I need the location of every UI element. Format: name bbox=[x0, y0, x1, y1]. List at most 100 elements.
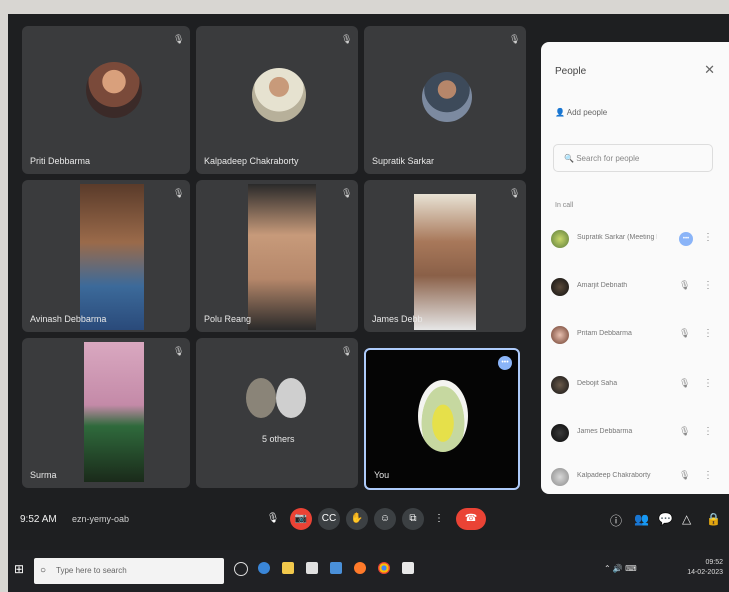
info-icon[interactable]: ⓘ bbox=[610, 512, 622, 529]
participant-tile[interactable]: 🎙 Supratik Sarkar bbox=[364, 26, 526, 174]
taskbar-date: 14-02-2023 bbox=[687, 569, 723, 576]
mic-muted-icon: 🎙 bbox=[341, 188, 353, 198]
more-options-icon[interactable]: ⋮ bbox=[703, 378, 713, 389]
mic-muted-icon: 🎙 bbox=[679, 328, 691, 338]
mic-muted-icon: 🎙 bbox=[509, 34, 521, 44]
task-view-icon[interactable] bbox=[234, 562, 248, 576]
avatar bbox=[551, 376, 569, 394]
person-name: Pritam Debbarma bbox=[577, 330, 632, 337]
more-options-icon[interactable]: ⋮ bbox=[703, 328, 713, 339]
add-people-label: Add people bbox=[566, 108, 608, 117]
chrome-icon[interactable] bbox=[378, 562, 390, 574]
meeting-code: ezn-yemy-oab bbox=[72, 514, 130, 524]
store-icon[interactable] bbox=[306, 562, 318, 574]
participant-name: You bbox=[374, 470, 390, 480]
people-icon[interactable]: 👥 bbox=[634, 512, 649, 526]
captions-button[interactable]: CC bbox=[318, 508, 340, 530]
firefox-icon[interactable] bbox=[354, 562, 366, 574]
taskbar-time: 09:52 bbox=[705, 559, 723, 566]
participant-video bbox=[248, 184, 316, 330]
participant-tile[interactable]: 🎙 Priti Debbarma bbox=[22, 26, 190, 174]
more-options-icon[interactable]: ⋮ bbox=[703, 426, 713, 437]
add-people-button[interactable]: 👤 Add people bbox=[555, 108, 607, 117]
mic-muted-icon: 🎙 bbox=[173, 34, 185, 44]
participant-name: Avinash Debbarma bbox=[30, 314, 107, 324]
more-options-icon[interactable]: ⋮ bbox=[703, 232, 713, 243]
participant-video bbox=[84, 342, 144, 482]
list-item[interactable]: Supratik Sarkar (Meeting host) ••• ⋮ bbox=[551, 230, 721, 252]
add-person-icon: 👤 bbox=[555, 108, 565, 117]
participant-tile[interactable]: 🎙 Surma bbox=[22, 338, 190, 488]
participant-name: Supratik Sarkar bbox=[372, 156, 435, 166]
participant-name: Priti Debbarma bbox=[30, 156, 91, 166]
more-options-button[interactable]: ⋮ bbox=[428, 508, 450, 530]
participant-name: 5 others bbox=[262, 434, 295, 444]
mic-muted-icon: 🎙 bbox=[509, 188, 521, 198]
mail-icon[interactable] bbox=[330, 562, 342, 574]
search-placeholder: Search for people bbox=[576, 154, 640, 163]
participant-tile[interactable]: 🎙 Avinash Debbarma bbox=[22, 180, 190, 332]
taskbar-clock[interactable]: 09:52 14-02-2023 bbox=[687, 558, 723, 578]
chat-icon[interactable]: 💬 bbox=[658, 512, 673, 526]
panel-title: People bbox=[555, 66, 587, 77]
search-icon: 🔍 bbox=[564, 154, 574, 163]
camera-off-button[interactable]: 📷 bbox=[290, 508, 312, 530]
list-item[interactable]: Pritam Debbarma 🎙 ⋮ bbox=[551, 326, 721, 348]
participant-tile[interactable]: 🎙 5 others bbox=[196, 338, 358, 488]
speaking-indicator-icon: ••• bbox=[679, 232, 693, 246]
emoji-button[interactable]: ☺ bbox=[374, 508, 396, 530]
self-video bbox=[418, 380, 468, 452]
participant-name: Polu Reang bbox=[204, 314, 252, 324]
search-icon: ○ bbox=[40, 565, 47, 576]
taskbar: ⊞ ○ Type here to search ⌃ 🔊 ⌨ 09:52 14-0… bbox=[8, 550, 729, 592]
self-tile[interactable]: ••• You bbox=[364, 348, 520, 490]
avatar bbox=[551, 230, 569, 248]
participant-tile[interactable]: 🎙 Polu Reang bbox=[196, 180, 358, 332]
mic-button[interactable]: 🎙 bbox=[262, 508, 284, 530]
activities-icon[interactable]: △ bbox=[682, 512, 691, 526]
meeting-controls-bar: 9:52 AM ezn-yemy-oab 🎙 📷 CC ✋ ☺ ⧉ ⋮ ☎ ⓘ … bbox=[8, 504, 729, 550]
raise-hand-button[interactable]: ✋ bbox=[346, 508, 368, 530]
present-button[interactable]: ⧉ bbox=[402, 508, 424, 530]
person-name: Kalpadeep Chakraborty bbox=[577, 472, 651, 479]
taskbar-search-input[interactable]: ○ Type here to search bbox=[34, 558, 224, 584]
file-explorer-icon[interactable] bbox=[282, 562, 294, 574]
more-options-icon[interactable]: ⋮ bbox=[703, 470, 713, 481]
avatar bbox=[551, 278, 569, 296]
system-tray-icons[interactable]: ⌃ 🔊 ⌨ bbox=[604, 564, 637, 573]
edge-browser-icon[interactable] bbox=[258, 562, 270, 574]
participant-name: Kalpadeep Chakraborty bbox=[204, 156, 299, 166]
participant-name: Surma bbox=[30, 470, 57, 480]
avatar bbox=[551, 468, 569, 486]
list-item[interactable]: Amarjit Debnath 🎙 ⋮ bbox=[551, 278, 721, 300]
mic-muted-icon: 🎙 bbox=[679, 426, 691, 436]
participant-video bbox=[80, 184, 144, 330]
close-icon[interactable]: ✕ bbox=[704, 62, 715, 78]
mic-muted-icon: 🎙 bbox=[341, 346, 353, 356]
leave-call-button[interactable]: ☎ bbox=[456, 508, 486, 530]
section-label: In call bbox=[555, 202, 574, 209]
mic-muted-icon: 🎙 bbox=[679, 378, 691, 388]
person-name: Amarjit Debnath bbox=[577, 282, 628, 289]
participant-tile[interactable]: 🎙 James Debb bbox=[364, 180, 526, 332]
more-options-icon[interactable]: ••• bbox=[498, 356, 512, 370]
participant-tile[interactable]: 🎙 Kalpadeep Chakraborty bbox=[196, 26, 358, 174]
people-search-input[interactable]: 🔍 Search for people bbox=[553, 144, 713, 172]
list-item[interactable]: James Debbarma 🎙 ⋮ bbox=[551, 424, 721, 446]
lock-icon[interactable]: 🔒 bbox=[706, 512, 721, 526]
windows-start-icon[interactable]: ⊞ bbox=[14, 562, 24, 576]
more-options-icon[interactable]: ⋮ bbox=[703, 280, 713, 291]
list-item[interactable]: Kalpadeep Chakraborty 🎙 ⋮ bbox=[551, 468, 721, 490]
participant-avatar bbox=[86, 62, 142, 118]
app-icon[interactable] bbox=[402, 562, 414, 574]
person-name: Supratik Sarkar (Meeting host) bbox=[577, 234, 657, 241]
mic-muted-icon: 🎙 bbox=[173, 188, 185, 198]
participant-avatar bbox=[252, 68, 306, 122]
participant-avatar bbox=[276, 378, 306, 418]
mic-muted-icon: 🎙 bbox=[341, 34, 353, 44]
avatar bbox=[551, 424, 569, 442]
participant-video bbox=[414, 194, 476, 330]
person-name: James Debbarma bbox=[577, 428, 633, 435]
list-item[interactable]: Debojit Saha 🎙 ⋮ bbox=[551, 376, 721, 398]
meeting-screen: 🎙 Priti Debbarma 🎙 Kalpadeep Chakraborty… bbox=[8, 14, 729, 592]
